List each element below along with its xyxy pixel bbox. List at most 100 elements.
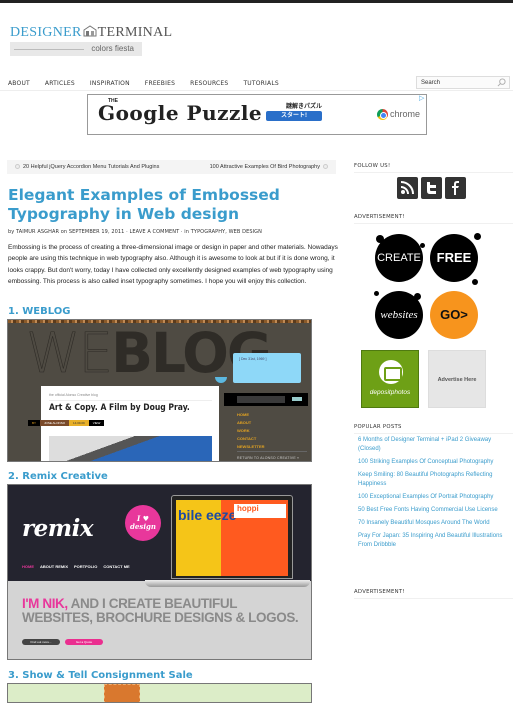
article-intro: Embossing is the process of creating a t… <box>8 244 338 286</box>
weblog-tag-strip: BY JOSE ALONSO 14.09.09 VIEW <box>28 420 105 426</box>
show-tell-screenshot[interactable] <box>7 683 312 703</box>
nav-item-freebies[interactable]: FREEBIES <box>145 80 175 87</box>
weblog-return-divider <box>237 451 307 452</box>
follow-heading: FOLLOW US! <box>354 163 391 169</box>
weblog-search-bar <box>224 393 308 406</box>
nav-item-resources[interactable]: RESOURCES <box>190 80 228 87</box>
weblog-tagline: the official Alonso Creative blog <box>49 393 98 397</box>
weblog-post-title: Art & Copy. A Film by Doug Pray. <box>49 403 190 413</box>
prev-arrow-icon <box>15 164 20 170</box>
depositphotos-label: depositphotos <box>369 389 411 396</box>
rss-button[interactable] <box>397 177 418 199</box>
go-circle-button[interactable]: GO> <box>430 291 478 339</box>
twitter-button[interactable] <box>421 177 442 199</box>
remix-headline-pink: I'M NIK, <box>22 596 68 611</box>
rss-icon <box>400 181 414 195</box>
nav-item-articles[interactable]: ARTICLES <box>45 80 75 87</box>
prev-post-title: 20 Helpful jQuery Accordion Menu Tutoria… <box>23 164 160 170</box>
sidebar-divider <box>354 598 513 599</box>
post-navigation: 20 Helpful jQuery Accordion Menu Tutoria… <box>7 160 336 174</box>
ink-dot <box>374 291 379 296</box>
sidebar-divider <box>354 433 513 434</box>
popular-post-link[interactable]: 70 Insanely Beautiful Mosques Around The… <box>358 519 513 528</box>
remix-nav-item: ABOUT REMIX <box>40 564 68 569</box>
weblog-menu: HOME ABOUT WORK CONTACT NEWSLETTER <box>237 411 265 451</box>
facebook-button[interactable] <box>445 177 466 199</box>
weblog-return-link: RETURN TO ALONSO CREATIVE » <box>237 456 300 460</box>
remix-nav-item: PORTFOLIO <box>74 564 98 569</box>
weblog-tag: VIEW <box>88 420 105 426</box>
next-post-link[interactable]: 100 Attractive Examples Of Bird Photogra… <box>210 164 331 170</box>
free-circle: FREE <box>430 234 478 282</box>
twitter-icon <box>427 182 436 194</box>
show-tell-badge <box>104 684 140 702</box>
popular-post-link[interactable]: 6 Months of Designer Terminal + iPad 2 G… <box>358 436 513 454</box>
weblog-post-photo <box>49 436 212 461</box>
weblog-menu-item: HOME <box>237 412 249 417</box>
popular-post-link[interactable]: 50 Best Free Fonts Having Commercial Use… <box>358 506 513 515</box>
prev-post-link[interactable]: 20 Helpful jQuery Accordion Menu Tutoria… <box>12 164 159 170</box>
section-heading-show-tell: 3. Show & Tell Consignment Sale <box>8 670 193 681</box>
popular-posts-heading: POPULAR POSTS <box>354 424 402 430</box>
weblog-search-go <box>292 397 302 401</box>
weblog-speech-bubble: [ Dec 31st, 1969 ] <box>233 353 301 383</box>
weblog-we-text: WE <box>26 321 114 385</box>
search-placeholder: Search <box>421 80 441 86</box>
search-icon[interactable] <box>497 78 506 87</box>
laptop-screen: bile eeze hoppi <box>176 500 288 576</box>
weblog-menu-item: WORK <box>237 428 250 433</box>
nav-item-tutorials[interactable]: TUTORIALS <box>243 80 278 87</box>
remix-logo: remix <box>22 515 94 542</box>
depositphotos-ad[interactable]: depositphotos <box>361 350 419 408</box>
remix-buttons: Find out more... Get a Quote <box>22 639 103 645</box>
create-free-websites-ad[interactable]: CREATE FREE websites GO> <box>372 231 482 343</box>
article-title[interactable]: Elegant Examples of Embossed Typography … <box>8 186 338 224</box>
house-icon <box>83 25 97 37</box>
advertisement-heading-2: ADVERTISEMENT! <box>354 589 405 595</box>
remix-nav-item: HOME <box>22 564 34 569</box>
ad-title: Google Puzzle <box>98 101 263 125</box>
remix-headline-line1: AND I CREATE BEAUTIFUL <box>67 596 238 611</box>
remix-get-quote-button: Get a Quote <box>65 639 103 645</box>
advertise-here-slot[interactable]: Advertise Here <box>428 350 486 408</box>
next-post-title: 100 Attractive Examples Of Bird Photogra… <box>209 164 320 170</box>
logo-word-designer: DESIGNER <box>10 25 82 40</box>
popular-posts-list: 6 Months of Designer Terminal + iPad 2 G… <box>358 436 513 554</box>
top-border <box>0 0 513 3</box>
laptop-screen-logo: hoppi <box>234 504 286 518</box>
websites-circle: websites <box>375 291 423 339</box>
popular-post-link[interactable]: 100 Exceptional Examples Of Portrait Pho… <box>358 493 513 502</box>
popular-post-link[interactable]: Keep Smiling: 80 Beautiful Photographs R… <box>358 471 513 489</box>
popular-post-link[interactable]: 100 Striking Examples Of Conceptual Phot… <box>358 458 513 467</box>
remix-find-out-more-button: Find out more... <box>22 639 60 645</box>
top-ad-banner[interactable]: THE Google Puzzle 謎解きパズル スタート! chrome ▷ <box>87 94 427 135</box>
adchoices-icon[interactable]: ▷ <box>419 95 426 102</box>
facebook-icon <box>452 181 459 195</box>
weblog-tag: JOSE ALONSO <box>40 420 70 426</box>
weblog-screenshot[interactable]: WEBLOG [ Dec 31st, 1969 ] the official A… <box>7 319 312 462</box>
weblog-tag: 14.09.09 <box>69 420 89 426</box>
weblog-search-box <box>237 396 285 403</box>
ad-brand: chrome <box>390 109 421 119</box>
chrome-logo-icon <box>377 109 388 120</box>
weblog-menu-item: ABOUT <box>237 420 252 425</box>
remix-headline-line2: WEBSITES, BROCHURE DESIGNS & LOGOS. <box>22 610 299 625</box>
search-input[interactable]: Search <box>416 76 510 89</box>
remix-screenshot[interactable]: remix I ♥ design HOME ABOUT REMIX PORTFO… <box>7 484 312 660</box>
create-circle: CREATE <box>375 234 423 282</box>
remix-headline: I'M NIK, AND I CREATE BEAUTIFUL WEBSITES… <box>22 596 299 625</box>
remix-sticker: I ♥ design <box>125 505 161 541</box>
remix-nav-item: CONTACT ME <box>103 564 130 569</box>
weblog-card-divider <box>49 400 212 401</box>
nav-item-about[interactable]: ABOUT <box>8 80 30 87</box>
article-meta: by TAIMUR ASGHAR on SEPTEMBER 19, 2011 ·… <box>8 229 262 235</box>
sidebar-divider <box>354 223 513 224</box>
main-nav: ABOUT ARTICLES INSPIRATION FREEBIES RESO… <box>8 80 294 87</box>
remix-nav: HOME ABOUT REMIX PORTFOLIO CONTACT ME <box>22 564 130 569</box>
popular-post-link[interactable]: Pray For Japan: 35 Inspiring And Beautif… <box>358 532 513 550</box>
next-arrow-icon <box>323 164 328 170</box>
logo-tagline: colors fiesta <box>10 42 142 56</box>
nav-item-inspiration[interactable]: INSPIRATION <box>90 80 130 87</box>
ad-start-button[interactable]: スタート! <box>266 111 322 121</box>
site-logo[interactable]: DESIGNER TERMINAL colors fiesta <box>10 24 172 56</box>
